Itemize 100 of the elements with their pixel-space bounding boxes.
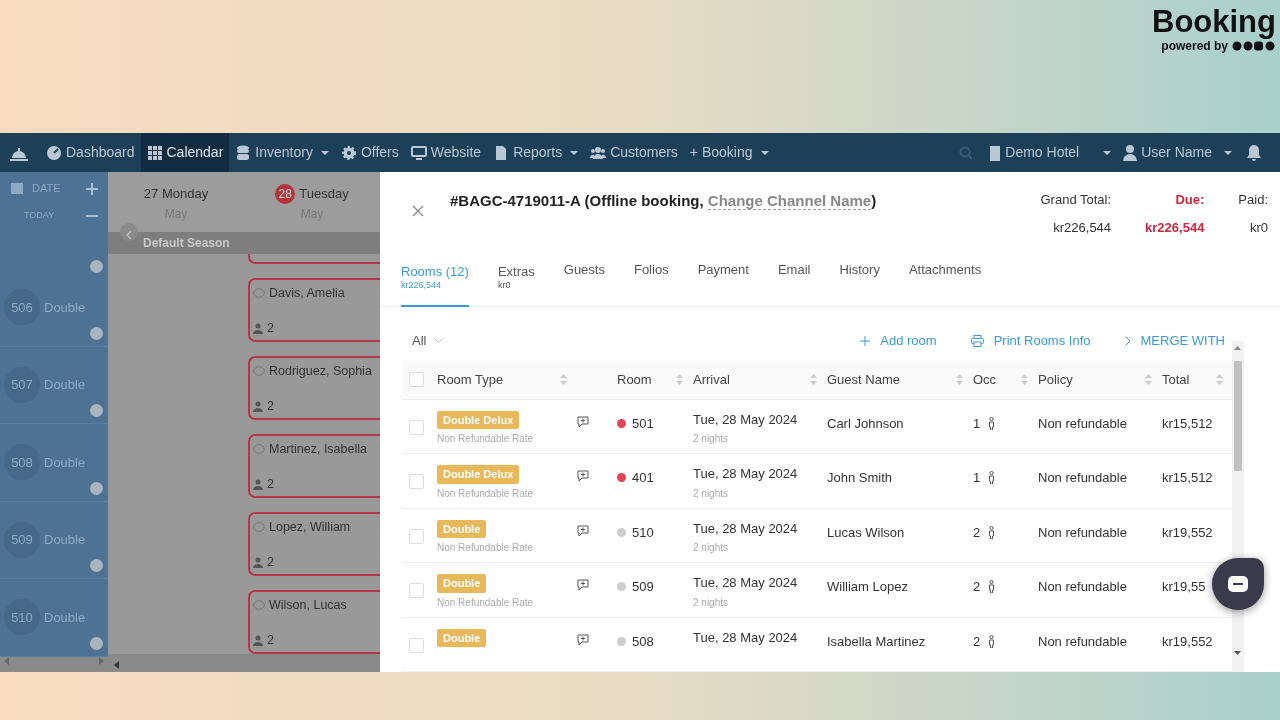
room-handle[interactable]: [90, 481, 103, 495]
chat-button[interactable]: [1212, 558, 1264, 610]
scrollbar-thumb[interactable]: [1234, 361, 1242, 471]
room-number: 401: [632, 469, 654, 487]
scroll-down-icon: [1234, 651, 1241, 655]
previous-button[interactable]: [120, 223, 138, 241]
logo-title: Booking: [1152, 6, 1276, 37]
room-handle[interactable]: [90, 326, 103, 340]
total-value: kr0: [1248, 218, 1268, 237]
nights-count: 2 nights: [693, 432, 730, 446]
nav-item[interactable]: Calendar: [140, 133, 230, 172]
chevron-down-icon: [434, 337, 444, 344]
nav-item[interactable]: Inventory: [229, 133, 335, 172]
rate-name: Non Refundable Rate: [437, 595, 535, 610]
guest-count: 2: [267, 631, 274, 649]
comment-plus-icon[interactable]: [577, 470, 589, 483]
room-handle[interactable]: [90, 404, 103, 417]
nav-item[interactable]: Dashboard: [40, 133, 141, 172]
total-amount: kr19,552: [1162, 523, 1214, 542]
season-label: Default Season: [143, 235, 230, 252]
comment-plus-icon[interactable]: [577, 633, 589, 646]
calendar-icon: [10, 180, 24, 195]
room-type: Double: [44, 531, 86, 549]
person-icon: [253, 322, 263, 334]
chevron-left-icon: [126, 230, 132, 239]
nights-count: 2 nights: [693, 595, 730, 610]
bell-icon: [1246, 143, 1262, 162]
day-label: Tuesday: [299, 185, 349, 204]
person-icon: [253, 634, 263, 646]
date-label: DATE: [32, 180, 61, 196]
nav-item[interactable]: Customers: [584, 133, 684, 172]
guest-name: Isabella Martinez: [827, 632, 927, 651]
room-type-tag: Double: [437, 628, 487, 647]
tab[interactable]: Email: [777, 257, 811, 308]
filter-dropdown[interactable]: All: [412, 330, 444, 351]
row-checkbox[interactable]: [409, 474, 424, 489]
occupancy-count: 2: [973, 523, 981, 542]
row-checkbox[interactable]: [409, 528, 424, 544]
logo-subtitle: powered by: [1161, 39, 1228, 55]
room-number: 508: [4, 444, 40, 481]
room-number: 509: [632, 578, 654, 596]
tab[interactable]: Extras kr0: [497, 257, 535, 308]
tab[interactable]: Folios: [633, 257, 669, 308]
tab[interactable]: Attachments: [908, 257, 982, 308]
room-type-tag: Double: [437, 574, 487, 593]
guest-name: Carl Johnson: [827, 414, 905, 433]
select-all-checkbox[interactable]: [409, 372, 424, 388]
nights-count: 2 nights: [693, 541, 730, 555]
column-header[interactable]: Occ: [973, 370, 997, 390]
user-icon: [1123, 144, 1138, 161]
printer-icon: [970, 334, 984, 347]
change-channel-link[interactable]: Change Channel Name: [707, 192, 872, 210]
comment-icon: [253, 599, 265, 611]
nav-item[interactable]: Website: [404, 133, 488, 172]
occupancy-count: 2: [973, 578, 981, 596]
close-icon: [412, 204, 424, 217]
policy-text: Non refundable: [1038, 632, 1128, 651]
guest-name: Lopez, William: [269, 519, 351, 536]
column-header[interactable]: Policy: [1038, 370, 1073, 390]
chat-icon: [1228, 576, 1248, 592]
people-icon: [590, 144, 607, 161]
hotel-dropdown[interactable]: Demo Hotel: [983, 133, 1118, 172]
tab[interactable]: Rooms (12) kr226,544: [401, 257, 469, 308]
row-checkbox[interactable]: [409, 583, 424, 598]
nav-item[interactable]: Offers: [334, 133, 405, 172]
room-handle[interactable]: [90, 636, 103, 650]
tab[interactable]: History: [839, 257, 880, 308]
comment-icon: [253, 365, 265, 377]
person-icon: [988, 471, 996, 485]
tab[interactable]: Payment: [697, 257, 749, 308]
day-label: 27 Monday: [143, 185, 209, 203]
row-checkbox[interactable]: [409, 419, 424, 435]
room-handle[interactable]: [90, 260, 103, 273]
search-icon: [959, 145, 974, 160]
guest-name: Rodriguez, Sophia: [269, 363, 372, 380]
room-number: 510: [4, 599, 40, 636]
comment-plus-icon[interactable]: [577, 579, 589, 592]
comment-plus-icon[interactable]: [577, 415, 589, 428]
policy-text: Non refundable: [1038, 469, 1128, 487]
guest-count: 2: [267, 553, 274, 571]
guest-name: Lucas Wilson: [827, 523, 906, 542]
nav-item[interactable]: Reports: [487, 133, 585, 172]
arrival-date: Tue, 28 May 2024: [693, 410, 799, 429]
sort-icon: [1216, 374, 1223, 386]
policy-text: Non refundable: [1038, 523, 1128, 542]
user-dropdown[interactable]: User Name: [1117, 133, 1238, 172]
occupancy-count: 1: [973, 414, 981, 433]
row-checkbox[interactable]: [409, 637, 424, 653]
rate-name: Non Refundable Rate: [437, 432, 535, 446]
sort-icon: [810, 374, 817, 386]
column-header[interactable]: Arrival: [693, 370, 730, 390]
nav-item[interactable]: + Booking: [683, 133, 775, 172]
room-type-tag: Double Delux: [437, 465, 520, 484]
comment-plus-icon[interactable]: [577, 524, 589, 537]
monitor-icon: [410, 144, 427, 161]
room-handle[interactable]: [90, 559, 103, 572]
building-icon: [989, 144, 1002, 161]
tab[interactable]: Guests: [563, 257, 605, 308]
sort-icon: [676, 374, 683, 386]
guest-count: 2: [267, 397, 274, 415]
